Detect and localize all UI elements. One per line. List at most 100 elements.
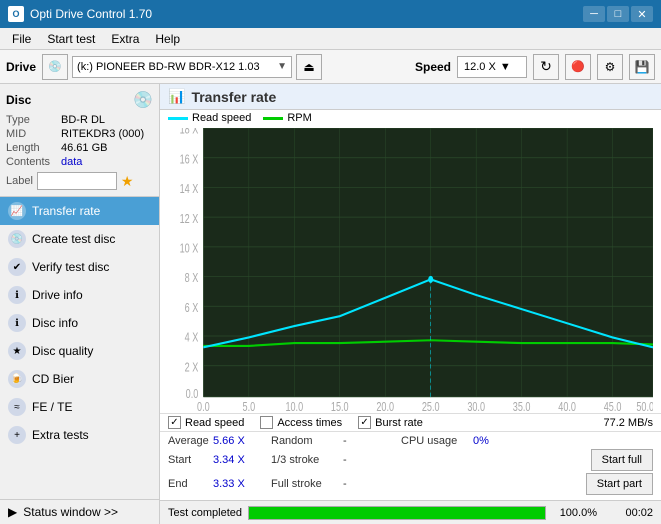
- y-label-6x: 6 X: [185, 302, 199, 316]
- drive-combo[interactable]: (k:) PIONEER BD-RW BDR-X12 1.03 ▼: [72, 56, 292, 78]
- tr-icon: 📊: [168, 88, 185, 105]
- menu-help[interactable]: Help: [147, 30, 188, 48]
- content-panel: 📊 Transfer rate Read speed RPM: [160, 84, 661, 524]
- disc-type-value: BD-R DL: [61, 114, 105, 126]
- nav-label-verify-test-disc: Verify test disc: [32, 260, 109, 274]
- drive-combo-arrow: ▼: [277, 61, 287, 72]
- stats-row-average: Average 5.66 X Random - CPU usage 0%: [168, 435, 653, 447]
- sidebar-item-transfer-rate[interactable]: 📈 Transfer rate: [0, 197, 159, 225]
- drive-label: Drive: [6, 60, 36, 74]
- disc-info-icon: ℹ: [8, 314, 26, 332]
- cb-burst-rate-box[interactable]: [358, 416, 371, 429]
- burn-btn[interactable]: 🔴: [565, 54, 591, 80]
- progress-pct: 100.0%: [552, 507, 597, 519]
- refresh-btn[interactable]: ↻: [533, 54, 559, 80]
- tr-header: 📊 Transfer rate: [160, 84, 661, 110]
- label-input[interactable]: [37, 172, 117, 190]
- stats-label-average: Average: [168, 435, 213, 447]
- minimize-button[interactable]: ─: [583, 6, 605, 22]
- x-label-10: 10.0: [285, 401, 303, 411]
- nav-label-cd-bier: CD Bier: [32, 372, 74, 386]
- legend-label-read-speed: Read speed: [192, 112, 251, 124]
- sidebar-item-cd-bier[interactable]: 🍺 CD Bier: [0, 365, 159, 393]
- app-icon: O: [8, 6, 24, 22]
- disc-title: Disc: [6, 93, 31, 107]
- save-btn[interactable]: 💾: [629, 54, 655, 80]
- maximize-button[interactable]: □: [607, 6, 629, 22]
- y-label-2x: 2 X: [185, 361, 199, 375]
- disc-contents-value[interactable]: data: [61, 156, 82, 168]
- title-bar-left: O Opti Drive Control 1.70: [8, 6, 152, 22]
- x-label-15: 15.0: [331, 401, 349, 411]
- disc-contents-row: Contents data: [6, 156, 153, 168]
- sidebar-item-disc-quality[interactable]: ★ Disc quality: [0, 337, 159, 365]
- legend-color-read-speed: [168, 117, 188, 120]
- menu-file[interactable]: File: [4, 30, 39, 48]
- eject-btn[interactable]: ⏏: [296, 54, 322, 80]
- y-label-10x: 10 X: [180, 242, 199, 256]
- y-label-8x: 8 X: [185, 272, 199, 286]
- stats-mid-label-random: Random: [263, 435, 343, 447]
- y-label-18x: 18 X: [180, 128, 199, 137]
- x-label-35: 35.0: [513, 401, 531, 411]
- sidebar: Disc 💿 Type BD-R DL MID RITEKDR3 (000) L…: [0, 84, 160, 524]
- cb-burst-rate-label: Burst rate: [375, 417, 423, 429]
- disc-contents-label: Contents: [6, 156, 61, 168]
- sidebar-item-drive-info[interactable]: ℹ Drive info: [0, 281, 159, 309]
- start-part-btn-wrapper: Start part: [586, 473, 653, 495]
- status-text: Test completed: [168, 507, 242, 519]
- drive-icon-btn[interactable]: 💿: [42, 54, 68, 80]
- chart-bg: [203, 128, 653, 397]
- nav-label-disc-quality: Disc quality: [32, 344, 93, 358]
- x-label-50: 50.0 GB: [636, 401, 653, 411]
- drive-combo-value: (k:) PIONEER BD-RW BDR-X12 1.03: [77, 61, 260, 73]
- stats-right-value-cpu: 0%: [473, 435, 653, 447]
- sidebar-item-fe-te[interactable]: ≈ FE / TE: [0, 393, 159, 421]
- burst-rate-value: 77.2 MB/s: [603, 417, 653, 429]
- cb-read-speed-box[interactable]: [168, 416, 181, 429]
- sidebar-item-create-test-disc[interactable]: 💿 Create test disc: [0, 225, 159, 253]
- close-button[interactable]: ✕: [631, 6, 653, 22]
- bottom-status-bar: Test completed 100.0% 00:02: [160, 500, 661, 524]
- disc-icon-btn[interactable]: 💿: [133, 90, 153, 110]
- title-bar: O Opti Drive Control 1.70 ─ □ ✕: [0, 0, 661, 28]
- sidebar-item-extra-tests[interactable]: + Extra tests: [0, 421, 159, 449]
- menu-start-test[interactable]: Start test: [39, 30, 103, 48]
- stats-right-label-cpu: CPU usage: [393, 435, 473, 447]
- disc-length-label: Length: [6, 142, 61, 154]
- x-label-40: 40.0: [558, 401, 576, 411]
- disc-mid-row: MID RITEKDR3 (000): [6, 128, 153, 140]
- disc-length-row: Length 46.61 GB: [6, 142, 153, 154]
- cb-access-times-box[interactable]: [260, 416, 273, 429]
- start-full-button[interactable]: Start full: [591, 449, 653, 471]
- cb-access-times-label: Access times: [277, 417, 342, 429]
- drive-info-icon: ℹ: [8, 286, 26, 304]
- menu-extra[interactable]: Extra: [103, 30, 147, 48]
- settings-btn[interactable]: ⚙: [597, 54, 623, 80]
- title-bar-controls: ─ □ ✕: [583, 6, 653, 22]
- sidebar-item-disc-info[interactable]: ℹ Disc info: [0, 309, 159, 337]
- start-part-button[interactable]: Start part: [586, 473, 653, 495]
- time-text: 00:02: [603, 507, 653, 519]
- disc-type-row: Type BD-R DL: [6, 114, 153, 126]
- menu-bar: File Start test Extra Help: [0, 28, 661, 50]
- nav-label-extra-tests: Extra tests: [32, 428, 89, 442]
- x-label-30: 30.0: [467, 401, 485, 411]
- status-window-item[interactable]: ▶ Status window >>: [0, 500, 159, 524]
- x-label-0: 0.0: [197, 401, 210, 411]
- create-test-disc-icon: 💿: [8, 230, 26, 248]
- stats-value-end: 3.33 X: [213, 478, 263, 490]
- disc-panel: Disc 💿 Type BD-R DL MID RITEKDR3 (000) L…: [0, 84, 159, 197]
- stats-mid-label-1-3-stroke: 1/3 stroke: [263, 454, 343, 466]
- transfer-rate-icon: 📈: [8, 202, 26, 220]
- star-icon[interactable]: ★: [121, 173, 134, 190]
- disc-length-value: 46.61 GB: [61, 142, 107, 154]
- speed-combo[interactable]: 12.0 X ▼: [457, 56, 527, 78]
- sidebar-item-verify-test-disc[interactable]: ✔ Verify test disc: [0, 253, 159, 281]
- stats-mid-value-1-3-stroke: -: [343, 454, 393, 466]
- chart-svg: 18 X 16 X 14 X 12 X 10 X 8 X 6 X 4 X 2 X…: [168, 128, 653, 411]
- nav-label-disc-info: Disc info: [32, 316, 78, 330]
- stats-mid-label-full-stroke: Full stroke: [263, 478, 343, 490]
- stats-value-start: 3.34 X: [213, 454, 263, 466]
- extra-tests-icon: +: [8, 426, 26, 444]
